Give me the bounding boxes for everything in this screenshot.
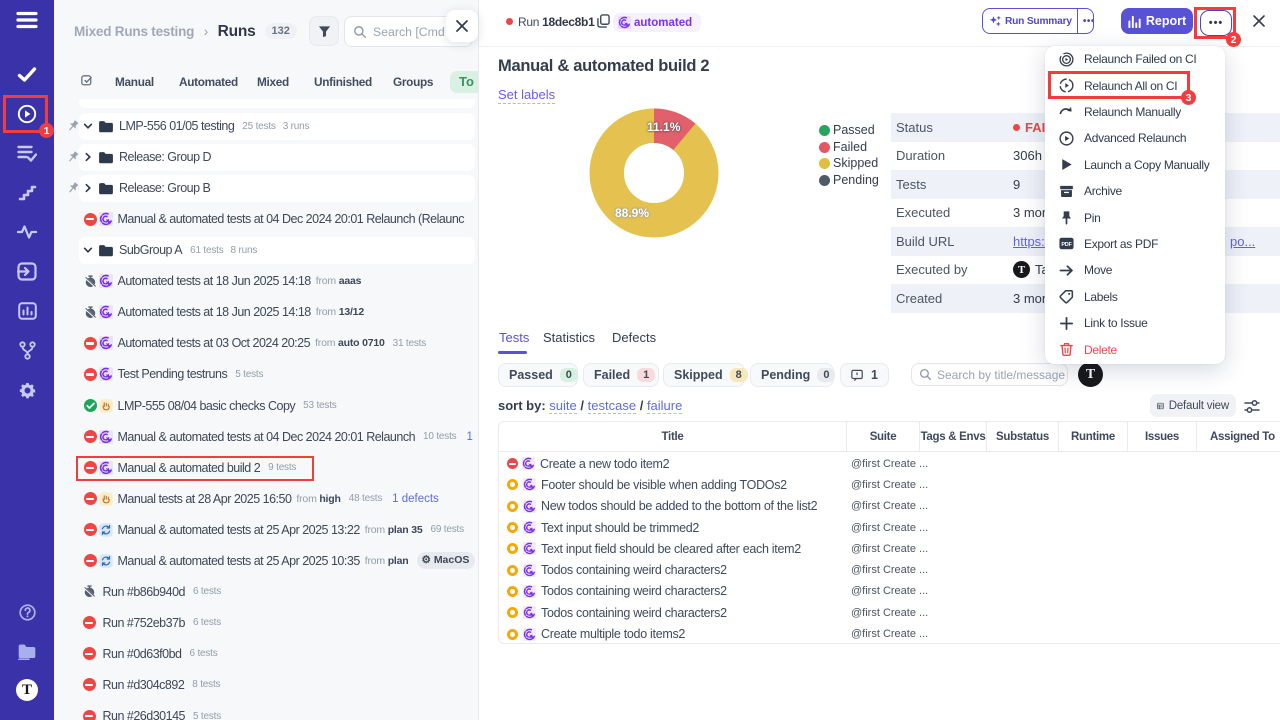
svg-text:PDF: PDF xyxy=(1061,242,1072,248)
